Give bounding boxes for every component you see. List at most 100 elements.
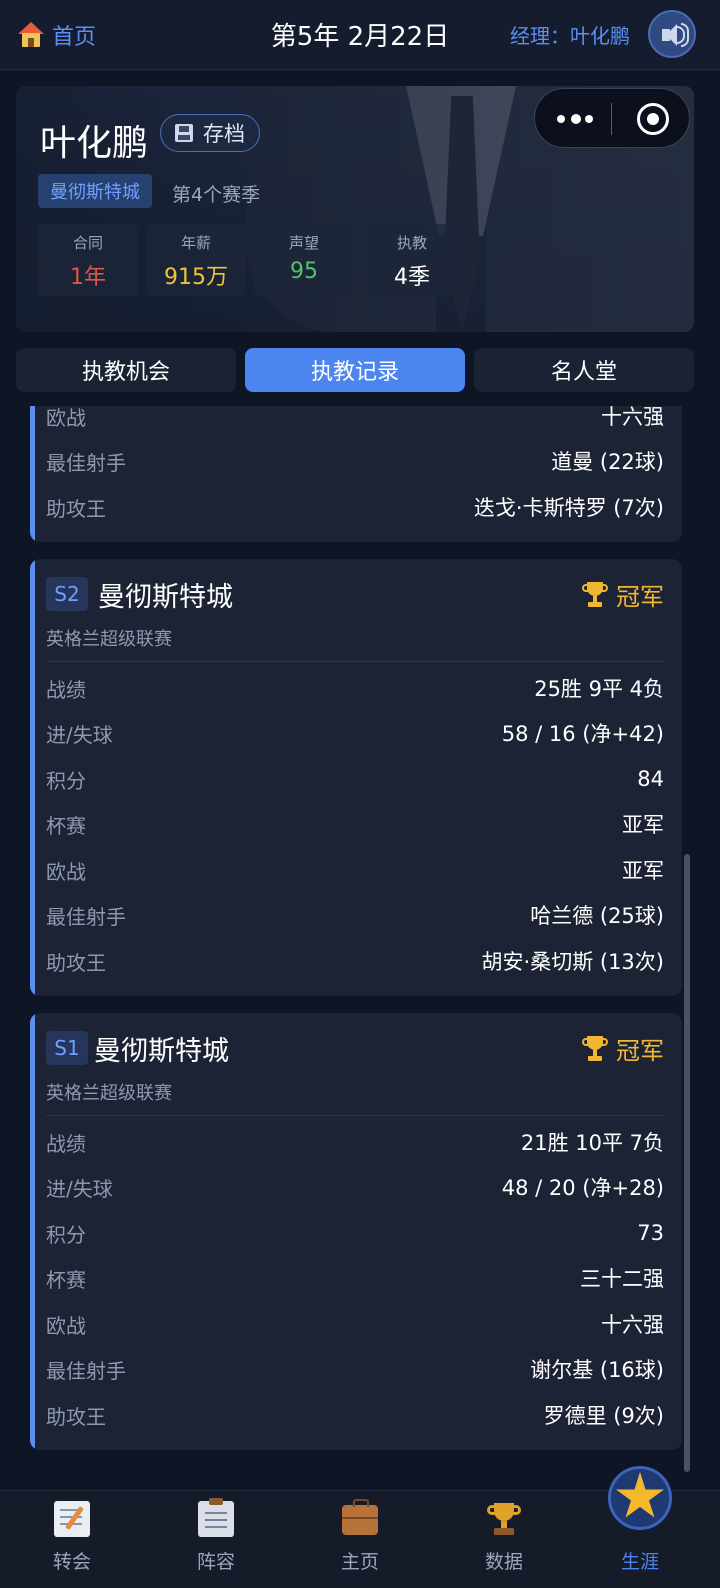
stat-label: 年薪: [180, 234, 211, 252]
record-row: 欧战 亚军: [46, 848, 664, 892]
sound-toggle-button[interactable]: [648, 10, 696, 58]
save-button[interactable]: 存档: [160, 114, 260, 152]
scrollbar[interactable]: [684, 854, 690, 1472]
nav-label: 生涯: [620, 1551, 659, 1573]
house-icon: [18, 22, 44, 48]
stat-value: 95: [290, 259, 318, 284]
trophy-icon: [486, 1501, 522, 1537]
record-card-partial: 欧战 十六强 最佳射手 道曼 (22球) 助攻王 迭戈·卡斯特罗 (7次): [30, 406, 682, 542]
row-value: 亚军: [622, 859, 664, 883]
stat-label: 执教: [396, 234, 427, 252]
tab-coaching-offers[interactable]: 执教机会: [16, 348, 236, 392]
trophy-icon: [582, 581, 608, 608]
row-value: 25胜 9平 4负: [534, 677, 664, 701]
season-tag: S1: [46, 1031, 88, 1065]
result-badge: 冠军: [582, 577, 664, 612]
stat-value: 4季: [394, 265, 430, 290]
briefcase-icon: [342, 1499, 378, 1535]
nav-home[interactable]: 主页: [288, 1491, 432, 1588]
row-value: 73: [637, 1221, 664, 1245]
nav-label: 主页: [340, 1551, 379, 1573]
save-label: 存档: [203, 122, 245, 146]
club-name: 曼彻斯特城: [98, 582, 233, 613]
home-label: 首页: [52, 25, 97, 50]
league-name: 英格兰超级联赛: [46, 1083, 172, 1104]
floppy-disk-icon: [175, 124, 193, 142]
record-row: 最佳射手 谢尔基 (16球): [46, 1347, 664, 1391]
row-value: 亚军: [622, 813, 664, 837]
stat-value: 1年: [70, 265, 106, 290]
star-icon: [616, 1472, 664, 1518]
home-link[interactable]: 首页: [18, 18, 96, 52]
tab-hall-of-fame[interactable]: 名人堂: [474, 348, 694, 392]
row-value: 哈兰德 (25球): [530, 904, 664, 928]
tab-bar: 执教机会 执教记录 名人堂: [16, 348, 694, 392]
more-dots-icon[interactable]: [557, 107, 597, 131]
row-key: 欧战: [46, 1313, 86, 1338]
result-badge: 冠军: [582, 1031, 664, 1066]
record-row: 战绩 25胜 9平 4负: [46, 666, 664, 710]
row-key: 最佳射手: [46, 904, 126, 929]
result-label: 冠军: [616, 1037, 664, 1065]
close-target-icon[interactable]: [637, 103, 669, 135]
row-value: 胡安·桑切斯 (13次): [481, 950, 664, 974]
row-key: 积分: [46, 768, 86, 793]
row-key: 进/失球: [46, 1176, 113, 1201]
record-row: 最佳射手 哈兰德 (25球): [46, 893, 664, 937]
record-row: 进/失球 48 / 20 (净+28): [46, 1165, 664, 1209]
row-value: 迭戈·卡斯特罗 (7次): [473, 496, 664, 520]
row-key: 杯赛: [46, 1267, 86, 1292]
row-value: 罗德里 (9次): [543, 1404, 664, 1428]
row-value: 58 / 16 (净+42): [501, 722, 664, 746]
club-name: 曼彻斯特城: [94, 1036, 229, 1067]
manager-profile-card: 叶化鹏 存档 曼彻斯特城 第4个赛季 合同 1年 年薪 915万 声望 95 执…: [16, 86, 694, 332]
record-row: 助攻王 迭戈·卡斯特罗 (7次): [46, 485, 664, 529]
record-row: 战绩 21胜 10平 7负: [46, 1120, 664, 1164]
season-tag: S2: [46, 577, 88, 611]
tab-coaching-record[interactable]: 执教记录: [245, 348, 465, 392]
row-value: 48 / 20 (净+28): [501, 1176, 664, 1200]
stat-label: 声望: [288, 234, 319, 252]
row-value: 21胜 10平 7负: [520, 1131, 664, 1155]
row-key: 最佳射手: [46, 450, 126, 475]
row-key: 杯赛: [46, 813, 86, 838]
stat-salary: 年薪 915万: [146, 224, 246, 296]
league-name: 英格兰超级联赛: [46, 629, 172, 650]
record-row: 助攻王 罗德里 (9次): [46, 1393, 664, 1437]
top-bar: 首页 第5年 2月22日 经理：叶化鹏: [0, 0, 720, 70]
result-label: 冠军: [616, 583, 664, 611]
row-key: 积分: [46, 1222, 86, 1247]
trophy-icon: [582, 1035, 608, 1062]
row-value: 十六强: [601, 406, 664, 429]
nav-label: 阵容: [196, 1551, 235, 1573]
record-card-s2: S2 曼彻斯特城 冠军 英格兰超级联赛 战绩 25胜 9平 4负 进/失球 58 /…: [30, 559, 682, 996]
row-key: 欧战: [46, 406, 86, 430]
row-key: 助攻王: [46, 1404, 106, 1429]
stat-label: 合同: [72, 234, 103, 252]
record-row: 欧战 十六强: [46, 406, 664, 438]
nav-data[interactable]: 数据: [432, 1491, 576, 1588]
club-badge: 曼彻斯特城: [38, 174, 152, 208]
season-count: 第4个赛季: [172, 184, 261, 206]
clipboard-icon: [198, 1498, 234, 1537]
stat-reputation: 声望 95: [254, 224, 354, 296]
miniprogram-capsule: [534, 88, 690, 148]
manager-label: 经理：叶化鹏: [510, 24, 630, 48]
nav-transfer[interactable]: 转会: [0, 1491, 144, 1588]
row-value: 谢尔基 (16球): [530, 1358, 664, 1382]
row-key: 助攻王: [46, 496, 106, 521]
record-row: 杯赛 亚军: [46, 802, 664, 846]
row-value: 十六强: [601, 1313, 664, 1337]
career-star-button[interactable]: [608, 1466, 672, 1530]
row-key: 战绩: [46, 677, 86, 702]
row-value: 道曼 (22球): [551, 450, 664, 474]
row-key: 最佳射手: [46, 1358, 126, 1383]
record-row: 杯赛 三十二强: [46, 1256, 664, 1300]
row-key: 战绩: [46, 1131, 86, 1156]
record-row: 助攻王 胡安·桑切斯 (13次): [46, 939, 664, 983]
nav-squad[interactable]: 阵容: [144, 1491, 288, 1588]
record-row: 欧战 十六强: [46, 1302, 664, 1346]
row-key: 欧战: [46, 859, 86, 884]
records-list[interactable]: 欧战 十六强 最佳射手 道曼 (22球) 助攻王 迭戈·卡斯特罗 (7次) S2…: [0, 406, 720, 1488]
record-row: 进/失球 58 / 16 (净+42): [46, 711, 664, 755]
